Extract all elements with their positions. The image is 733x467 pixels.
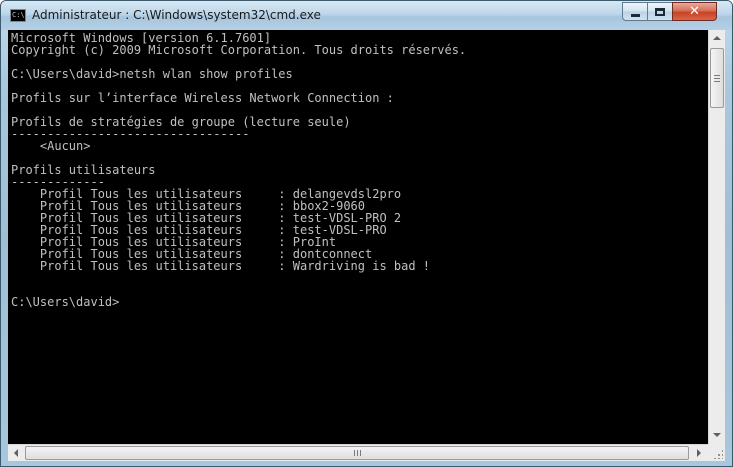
title-bar[interactable]: C:\ Administrateur : C:\Windows\system32…: [1, 1, 732, 30]
scroll-right-button[interactable]: [691, 445, 707, 461]
close-button[interactable]: ✕: [672, 2, 717, 21]
resize-grip-icon: [713, 449, 723, 459]
horizontal-scroll-thumb[interactable]: [25, 446, 689, 460]
grip-icon: [714, 77, 720, 79]
minimize-button[interactable]: [622, 2, 648, 21]
console-line: Copyright (c) 2009 Microsoft Corporation…: [11, 43, 467, 57]
vertical-scroll-thumb[interactable]: [710, 48, 724, 108]
maximize-button[interactable]: [647, 2, 673, 21]
arrow-right-icon: [697, 449, 701, 457]
cmd-app-icon[interactable]: C:\: [10, 9, 26, 22]
vertical-scrollbar[interactable]: [708, 30, 725, 444]
console-prompt: C:\Users\david>: [11, 295, 120, 309]
console-line: Profils sur l’interface Wireless Network…: [11, 91, 394, 105]
maximize-icon: [655, 7, 665, 16]
grip-icon: [714, 74, 720, 76]
arrow-up-icon: [713, 36, 721, 40]
console-output[interactable]: Microsoft Windows [version 6.1.7601] Cop…: [8, 30, 708, 444]
console-line: Profil Tous les utilisateurs : Wardrivin…: [11, 259, 431, 273]
cmd-app-icon-label: C:\: [12, 11, 25, 19]
minimize-icon: [630, 13, 640, 17]
scroll-up-button[interactable]: [709, 30, 725, 46]
scroll-down-button[interactable]: [709, 427, 725, 443]
cmd-window: C:\ Administrateur : C:\Windows\system32…: [0, 0, 733, 467]
console-line: <Aucun>: [11, 139, 91, 153]
arrow-left-icon: [14, 449, 18, 457]
resize-grip[interactable]: [708, 444, 725, 461]
console-client-area: Microsoft Windows [version 6.1.7601] Cop…: [8, 30, 725, 461]
arrow-down-icon: [713, 433, 721, 437]
horizontal-scrollbar[interactable]: [8, 444, 708, 461]
grip-icon: [356, 450, 358, 456]
console-line: C:\Users\david>netsh wlan show profiles: [11, 67, 293, 81]
close-icon: ✕: [689, 4, 700, 19]
window-title: Administrateur : C:\Windows\system32\cmd…: [32, 8, 321, 22]
grip-icon: [353, 450, 355, 456]
scroll-left-button[interactable]: [8, 445, 24, 461]
grip-icon: [714, 80, 720, 82]
grip-icon: [359, 450, 361, 456]
